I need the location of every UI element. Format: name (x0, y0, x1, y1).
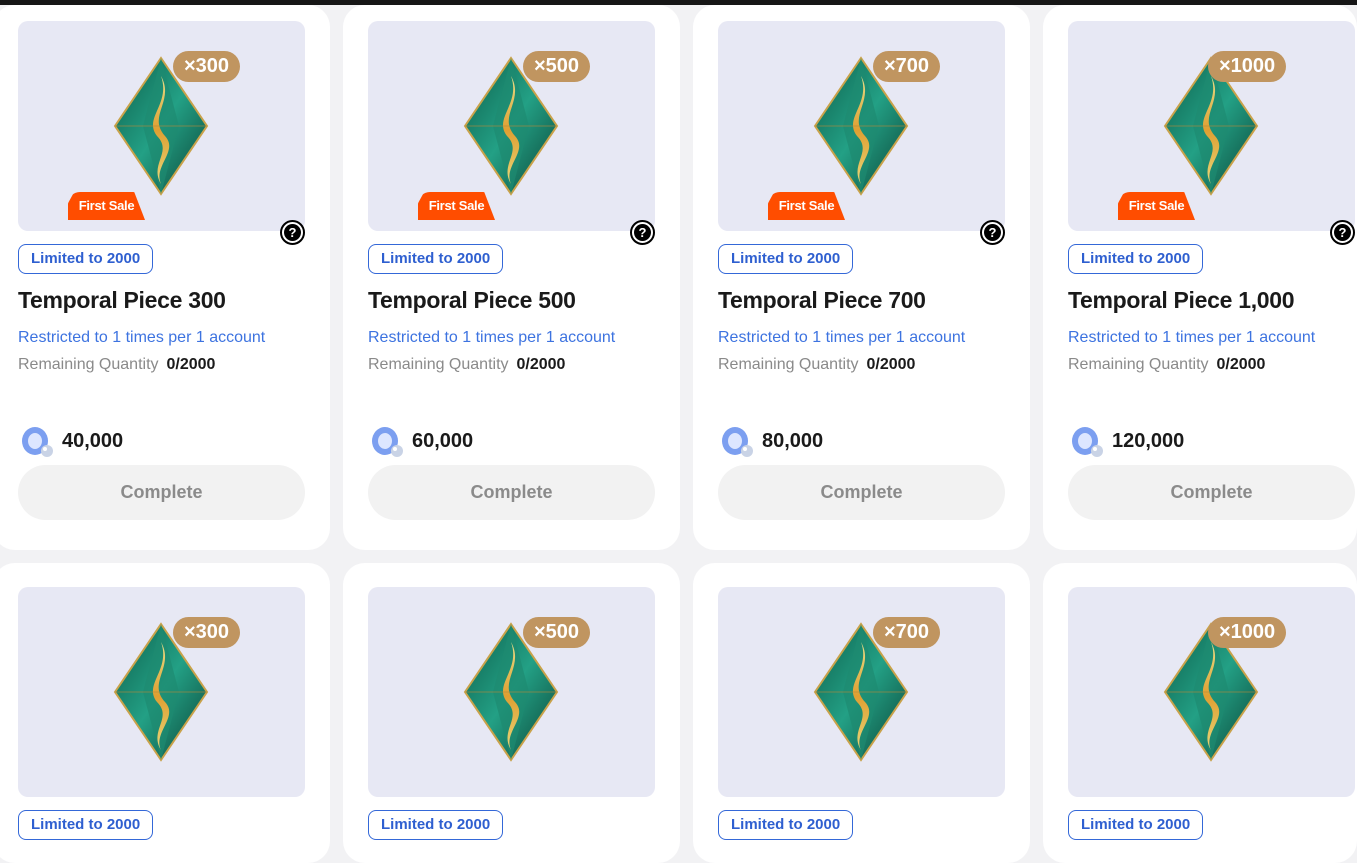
quantity-badge: ×700 (873, 617, 941, 648)
question-circle-icon[interactable]: ? (630, 220, 655, 245)
first-sale-tag: First Sale (68, 192, 145, 220)
product-title: Temporal Piece 700 (718, 287, 926, 313)
product-title: Temporal Piece 300 (18, 287, 226, 313)
limit-badge: Limited to 2000 (18, 244, 154, 274)
product-card[interactable]: ×500 Limited to 2000 (343, 563, 680, 863)
remaining-label: Remaining Quantity (368, 356, 509, 373)
product-image: ×500 (368, 587, 655, 797)
product-image: ×300 (18, 587, 305, 797)
purchase-restriction: Restricted to 1 times per 1 account (368, 329, 616, 346)
quantity-badge: ×1000 (1208, 51, 1287, 82)
product-title: Temporal Piece 500 (368, 287, 576, 313)
limit-badge: Limited to 2000 (718, 244, 854, 274)
currency-orb-icon (372, 427, 403, 457)
remaining-quantity: Remaining Quantity 0/2000 (1068, 356, 1265, 374)
product-card[interactable]: ×700 Limited to 2000 (693, 563, 1030, 863)
price: 40,000 (18, 423, 123, 459)
price: 120,000 (1068, 423, 1184, 459)
question-circle-icon[interactable]: ? (280, 220, 305, 245)
product-image: ×700 (718, 587, 1005, 797)
product-card[interactable]: ×1000 Limited to 2000 (1043, 563, 1357, 863)
quantity-badge: ×700 (873, 51, 941, 82)
quantity-badge: ×300 (173, 51, 241, 82)
quantity-badge: ×300 (173, 617, 241, 648)
price-value: 60,000 (412, 429, 474, 452)
remaining-value: 0/2000 (1216, 356, 1266, 373)
product-card[interactable]: ×300 First Sale ? Limited to 2000 Tempor… (0, 5, 330, 550)
product-card[interactable]: ×500 First Sale ? Limited to 2000 Tempor… (343, 5, 680, 550)
limit-badge: Limited to 2000 (368, 244, 504, 274)
first-sale-tag: First Sale (1118, 192, 1195, 220)
product-image: ×300 First Sale ? (18, 21, 305, 245)
purchase-restriction: Restricted to 1 times per 1 account (718, 329, 966, 346)
question-circle-icon[interactable]: ? (980, 220, 1005, 245)
complete-button[interactable]: Complete (718, 465, 1005, 520)
price: 80,000 (718, 423, 823, 459)
purchase-restriction: Restricted to 1 times per 1 account (18, 329, 266, 346)
remaining-label: Remaining Quantity (1068, 356, 1209, 373)
purchase-restriction: Restricted to 1 times per 1 account (1068, 329, 1316, 346)
product-grid: ×300 First Sale ? Limited to 2000 Tempor… (0, 0, 1357, 863)
first-sale-tag: First Sale (418, 192, 495, 220)
product-card[interactable]: ×300 Limited to 2000 (0, 563, 330, 863)
complete-button[interactable]: Complete (18, 465, 305, 520)
price: 60,000 (368, 423, 473, 459)
remaining-label: Remaining Quantity (18, 356, 159, 373)
limit-badge: Limited to 2000 (1068, 810, 1204, 840)
quantity-badge: ×1000 (1208, 617, 1287, 648)
product-image: ×500 First Sale ? (368, 21, 655, 245)
complete-button[interactable]: Complete (1068, 465, 1355, 520)
quantity-badge: ×500 (523, 51, 591, 82)
remaining-value: 0/2000 (516, 356, 566, 373)
currency-orb-icon (722, 427, 753, 457)
price-value: 80,000 (762, 429, 824, 452)
currency-orb-icon (1072, 427, 1103, 457)
product-title: Temporal Piece 1,000 (1068, 287, 1295, 313)
remaining-quantity: Remaining Quantity 0/2000 (18, 356, 215, 374)
remaining-value: 0/2000 (866, 356, 916, 373)
question-circle-icon[interactable]: ? (1330, 220, 1355, 245)
remaining-quantity: Remaining Quantity 0/2000 (718, 356, 915, 374)
limit-badge: Limited to 2000 (18, 810, 154, 840)
limit-badge: Limited to 2000 (718, 810, 854, 840)
remaining-label: Remaining Quantity (718, 356, 859, 373)
remaining-value: 0/2000 (166, 356, 216, 373)
quantity-badge: ×500 (523, 617, 591, 648)
limit-badge: Limited to 2000 (368, 810, 504, 840)
first-sale-tag: First Sale (768, 192, 845, 220)
price-value: 120,000 (1112, 429, 1185, 452)
product-image: ×700 First Sale ? (718, 21, 1005, 245)
price-value: 40,000 (62, 429, 124, 452)
currency-orb-icon (22, 427, 53, 457)
product-image: ×1000 (1068, 587, 1355, 797)
complete-button[interactable]: Complete (368, 465, 655, 520)
product-card[interactable]: ×1000 First Sale ? Limited to 2000 Tempo… (1043, 5, 1357, 550)
product-image: ×1000 First Sale ? (1068, 21, 1355, 245)
product-card[interactable]: ×700 First Sale ? Limited to 2000 Tempor… (693, 5, 1030, 550)
limit-badge: Limited to 2000 (1068, 244, 1204, 274)
remaining-quantity: Remaining Quantity 0/2000 (368, 356, 565, 374)
